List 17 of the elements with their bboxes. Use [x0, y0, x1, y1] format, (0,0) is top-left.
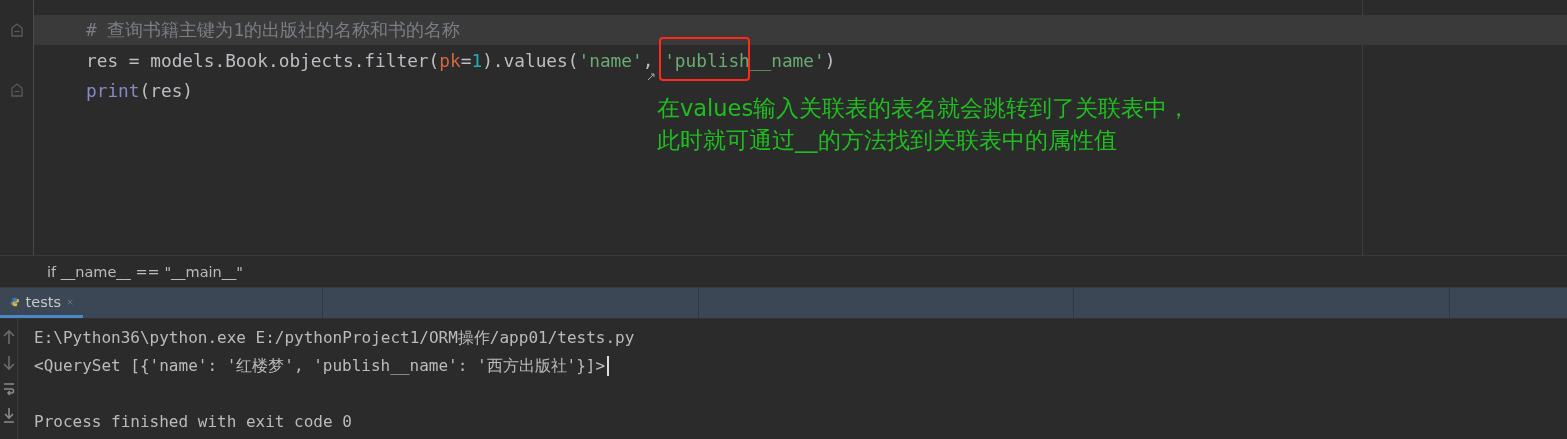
scroll-to-end-icon[interactable] — [2, 407, 15, 423]
text-cursor — [607, 356, 610, 377]
cursor-icon — [646, 72, 656, 81]
annotation-text: 此时就可通过__的方法找到关联表中的属性值 — [657, 126, 1118, 155]
soft-wrap-icon[interactable] — [2, 381, 15, 397]
breadcrumb[interactable]: if __name__ == "__main__" — [47, 263, 243, 280]
console-line: E:\Python36\python.exe E:/pythonProject1/ORM操作/app01/tests.py — [34, 328, 635, 350]
up-arrow-icon[interactable] — [2, 329, 15, 345]
code-line: # 查询书籍主键为1的出版社的名称和书的名称 — [86, 18, 461, 42]
down-arrow-icon[interactable] — [2, 355, 15, 371]
console-line: <QuerySet [{'name': '红楼梦', 'publish__name': '西方出版社'}]> — [34, 355, 606, 377]
annotation-text: 在values输入关联表的表名就会跳转到了关联表中， — [657, 94, 1191, 123]
fold-icon[interactable] — [10, 23, 23, 37]
console-line: Process finished with exit code 0 — [34, 411, 352, 431]
fold-icon[interactable] — [10, 83, 23, 97]
run-tab[interactable]: tests — [0, 288, 83, 318]
code-line: print(res) — [86, 79, 194, 101]
